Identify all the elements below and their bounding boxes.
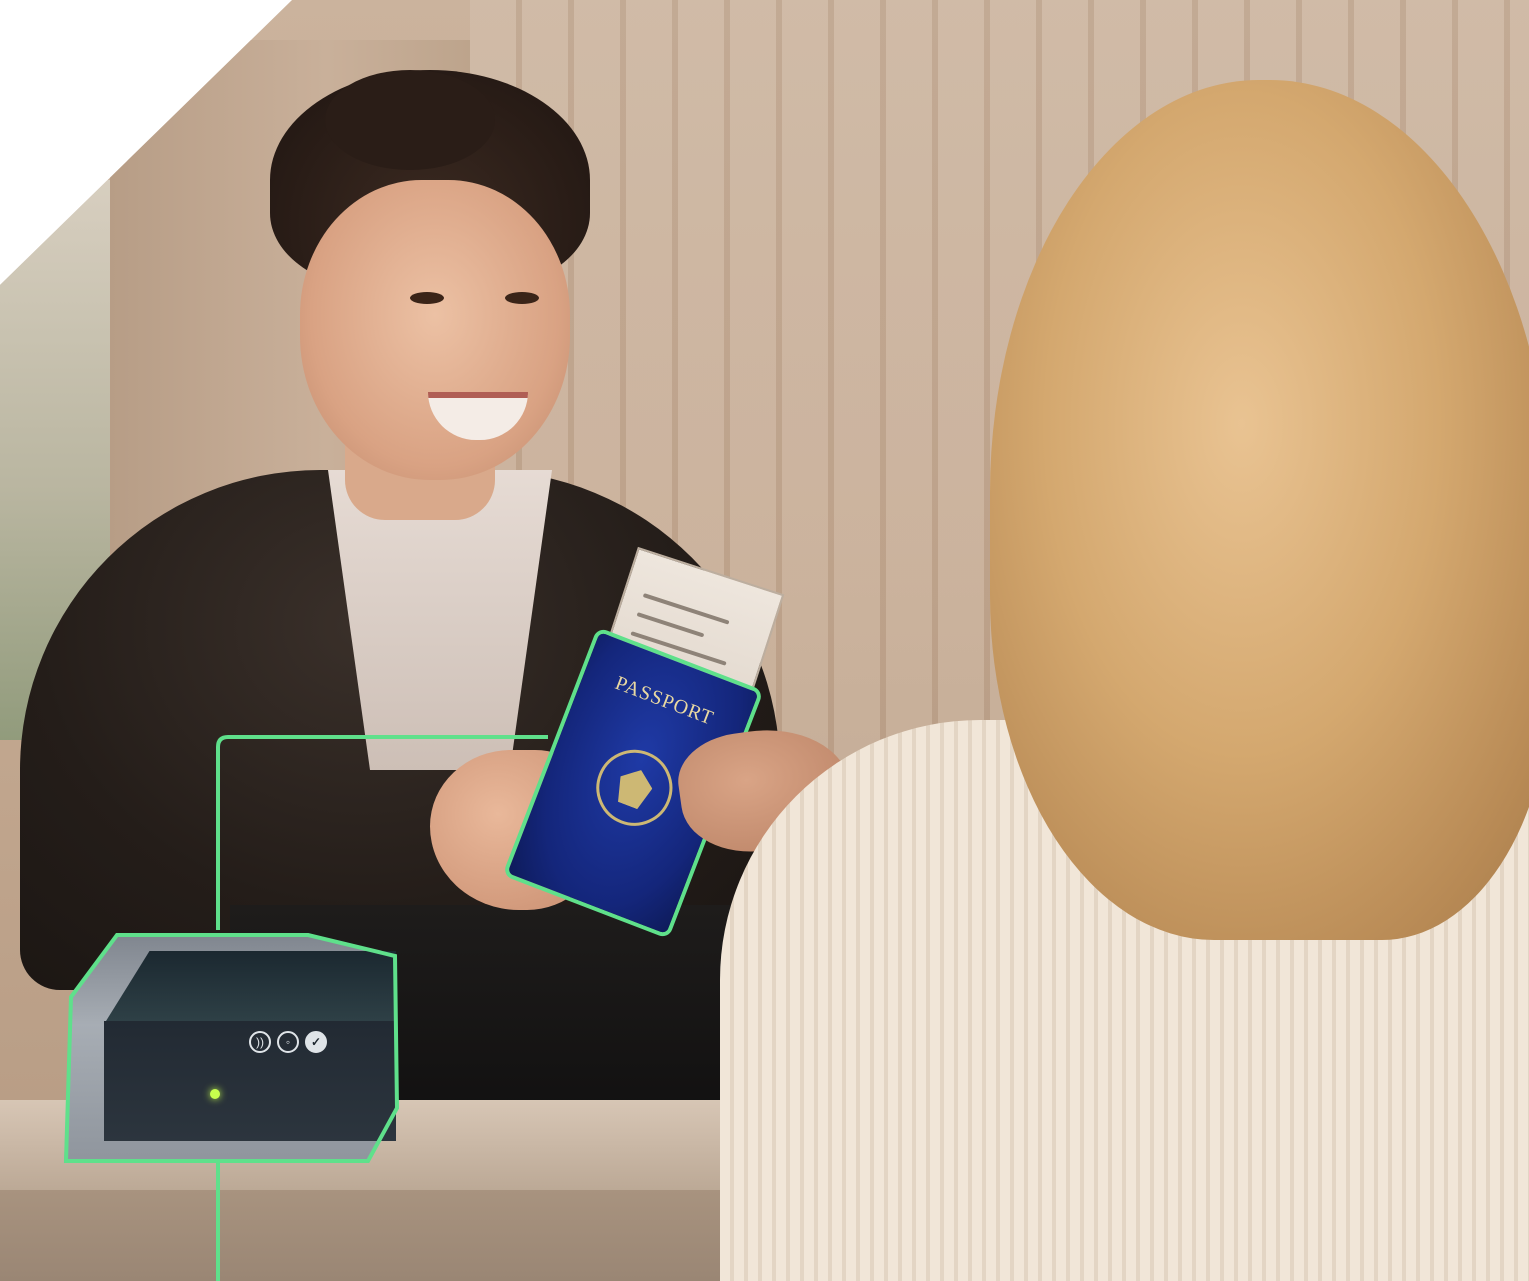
agent-face <box>300 180 570 480</box>
boarding-pass-line <box>636 612 705 638</box>
agent-eye-left <box>410 292 444 304</box>
scanner-outline <box>63 933 400 1163</box>
agent-eye-right <box>505 292 539 304</box>
agent-hair-bun <box>325 70 495 170</box>
passport-seal-icon <box>585 738 684 837</box>
document-scanner: )) ◦ ✓ <box>63 933 400 1163</box>
hero-photo: PASSPORT )) ◦ ✓ <box>0 0 1529 1281</box>
passenger-hair <box>990 80 1529 940</box>
